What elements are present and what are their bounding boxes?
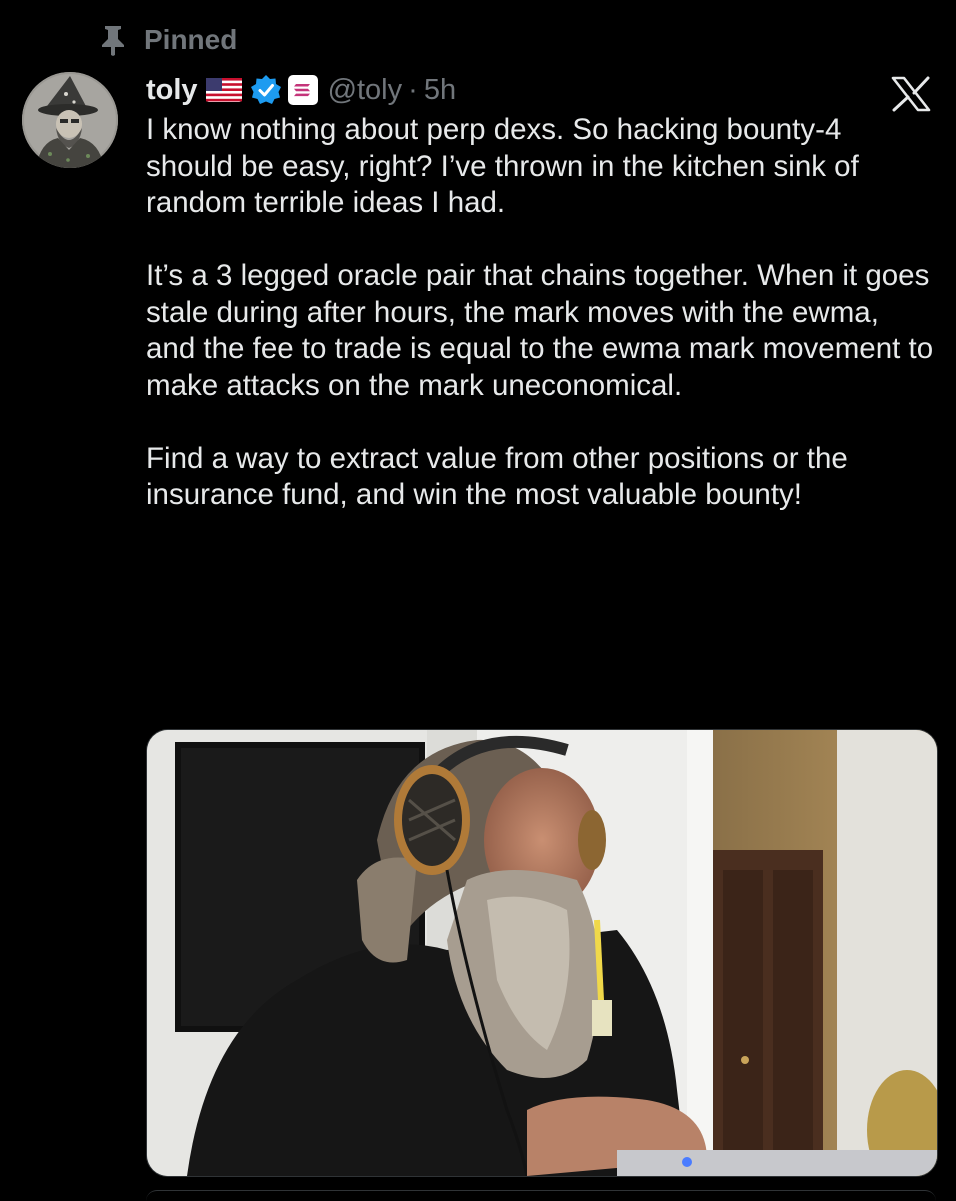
tweet-timestamp[interactable]: 5h <box>424 74 456 107</box>
tweet-text: I know nothing about perp dexs. So hacki… <box>146 112 936 514</box>
tweet-paragraph: It’s a 3 legged oracle pair that chains … <box>146 259 934 402</box>
pinned-label: Pinned <box>144 24 238 55</box>
solana-icon[interactable] <box>287 75 318 105</box>
next-card-edge <box>146 1190 936 1201</box>
tweet-paragraph: I know nothing about perp dexs. So hacki… <box>146 113 859 219</box>
tweet-photo[interactable] <box>146 729 938 1177</box>
author-handle[interactable]: @toly <box>328 74 403 107</box>
separator-dot: · <box>408 73 418 106</box>
verified-icon[interactable] <box>250 74 282 106</box>
pinned-indicator: Pinned <box>98 22 237 58</box>
x-close-icon[interactable] <box>888 76 934 112</box>
us-flag-icon <box>205 78 242 102</box>
pin-icon <box>98 24 128 56</box>
tweet-header: toly @toly · 5h <box>146 70 456 110</box>
author-name[interactable]: toly <box>146 74 198 107</box>
avatar[interactable] <box>22 72 118 168</box>
tweet-paragraph: Find a way to extract value from other p… <box>146 441 848 512</box>
